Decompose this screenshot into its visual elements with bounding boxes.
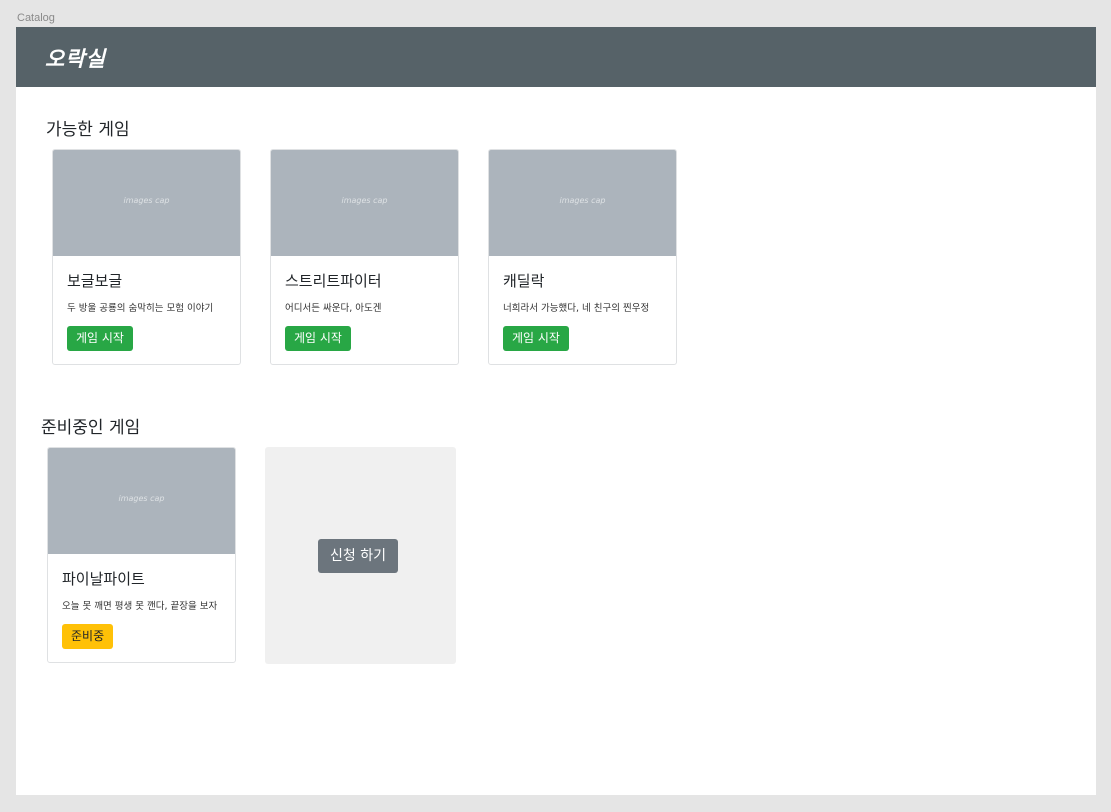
apply-card: 신청 하기 — [265, 447, 456, 664]
card-image-caption: images cap — [118, 494, 165, 503]
game-card-bubble-bobble: images cap 보글보글 두 방울 공룡의 숨막히는 모험 이야기 게임 … — [52, 149, 241, 365]
game-card-street-fighter: images cap 스트리트파이터 어디서든 싸운다, 아도겐 게임 시작 — [270, 149, 459, 365]
game-card-final-fight: images cap 파이날파이트 오늘 못 깨면 평생 못 깬다, 끝장을 보… — [47, 447, 236, 663]
card-title: 파이날파이트 — [62, 570, 145, 588]
coming-soon-button[interactable]: 준비중 — [62, 624, 114, 649]
game-card-cadillac: images cap 캐딜락 너희라서 가능했다, 네 친구의 찐우정 게임 시… — [488, 149, 677, 365]
card-image: images cap — [271, 150, 458, 256]
card-image: images cap — [53, 150, 240, 256]
apply-button[interactable]: 신청 하기 — [318, 539, 398, 573]
card-image: images cap — [489, 150, 676, 256]
card-title: 보글보글 — [67, 272, 123, 290]
card-image: images cap — [48, 448, 235, 554]
card-title: 캐딜락 — [503, 272, 545, 290]
frame-label: Catalog — [17, 12, 55, 24]
start-game-button[interactable]: 게임 시작 — [503, 326, 569, 351]
card-description: 오늘 못 깨면 평생 못 깬다, 끝장을 보자 — [62, 601, 218, 612]
card-description: 너희라서 가능했다, 네 친구의 찐우정 — [503, 303, 650, 314]
start-game-button[interactable]: 게임 시작 — [285, 326, 351, 351]
card-description: 어디서든 싸운다, 아도겐 — [285, 303, 382, 314]
available-games-title: 가능한 게임 — [46, 120, 130, 140]
card-image-caption: images cap — [341, 196, 388, 205]
card-image-caption: images cap — [123, 196, 170, 205]
navbar: 오락실 — [16, 27, 1096, 87]
card-description: 두 방울 공룡의 숨막히는 모험 이야기 — [67, 303, 214, 314]
brand-logo[interactable]: 오락실 — [45, 43, 106, 73]
card-title: 스트리트파이터 — [285, 272, 382, 290]
catalog-page: 오락실 가능한 게임 images cap 보글보글 두 방울 공룡의 숨막히는… — [16, 27, 1096, 795]
card-image-caption: images cap — [559, 196, 606, 205]
upcoming-games-title: 준비중인 게임 — [41, 418, 141, 438]
start-game-button[interactable]: 게임 시작 — [67, 326, 133, 351]
